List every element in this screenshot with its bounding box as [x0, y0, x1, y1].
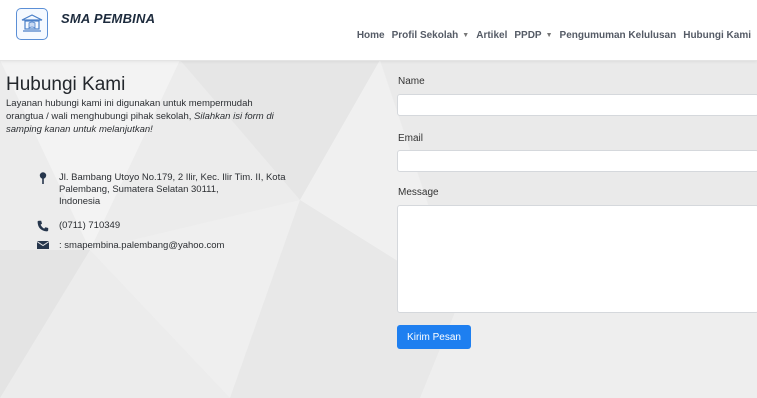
top-navbar: SMA PEMBINA Home Profil Sekolah ▼ Artikel… [0, 0, 757, 61]
nav-hubungi-kami[interactable]: Hubungi Kami [683, 30, 751, 41]
phone-row: (0711) 710349 [36, 220, 120, 232]
address-text: Jl. Bambang Utoyo No.179, 2 Ilir, Kec. I… [59, 172, 286, 208]
page-title: Hubungi Kami [6, 74, 126, 95]
email-address: : smapembina.palembang@yahoo.com [59, 240, 225, 251]
intro-text: orangtua / wali menghubungi pihak sekola… [6, 111, 195, 122]
nav-profil-sekolah[interactable]: Profil Sekolah ▼ [392, 30, 470, 41]
email-row: : smapembina.palembang@yahoo.com [36, 240, 224, 252]
chevron-down-icon: ▼ [462, 32, 470, 39]
nav-label: Artikel [476, 30, 508, 41]
nav-label: PPDP [514, 30, 542, 41]
name-field[interactable] [397, 94, 757, 116]
school-crest-icon [16, 8, 48, 40]
email-field[interactable] [397, 150, 757, 172]
message-label: Message [398, 187, 439, 198]
address-line: Jl. Bambang Utoyo No.179, 2 Ilir, Kec. I… [59, 172, 286, 183]
brand-name: SMA PEMBINA [61, 11, 156, 26]
nav-label: Profil Sekolah [391, 30, 459, 41]
nav-label: Hubungi Kami [683, 30, 751, 41]
nav-artikel[interactable]: Artikel [476, 30, 507, 41]
nav-ppdp[interactable]: PPDP ▼ [514, 30, 552, 41]
map-pin-icon [36, 172, 50, 184]
chevron-down-icon: ▼ [545, 32, 553, 39]
address-line: Indonesia [59, 196, 101, 207]
send-message-button[interactable]: Kirim Pesan [397, 325, 471, 349]
email-label: Email [398, 133, 424, 144]
phone-icon [36, 220, 50, 232]
message-field[interactable] [397, 205, 757, 313]
nav-label: Pengumuman Kelulusan [559, 30, 677, 41]
address-row: Jl. Bambang Utoyo No.179, 2 Ilir, Kec. I… [36, 172, 286, 208]
name-label: Name [398, 76, 425, 87]
brand[interactable]: SMA PEMBINA [16, 8, 155, 48]
envelope-icon [36, 240, 50, 252]
address-line: Palembang, Sumatera Selatan 30111, [59, 184, 219, 195]
nav-pengumuman-kelulusan[interactable]: Pengumuman Kelulusan [560, 30, 677, 41]
intro-line: Layanan hubungi kami ini digunakan untuk… [6, 98, 253, 109]
nav-home[interactable]: Home [357, 30, 385, 41]
main-nav: Home Profil Sekolah ▼ Artikel PPDP ▼ Pengu… [350, 30, 751, 41]
contact-intro: Layanan hubungi kami ini digunakan untuk… [6, 97, 306, 136]
intro-line-2: orangtua / wali menghubungi pihak sekola… [6, 110, 306, 136]
nav-label: Home [356, 30, 385, 41]
phone-number: (0711) 710349 [59, 220, 121, 231]
